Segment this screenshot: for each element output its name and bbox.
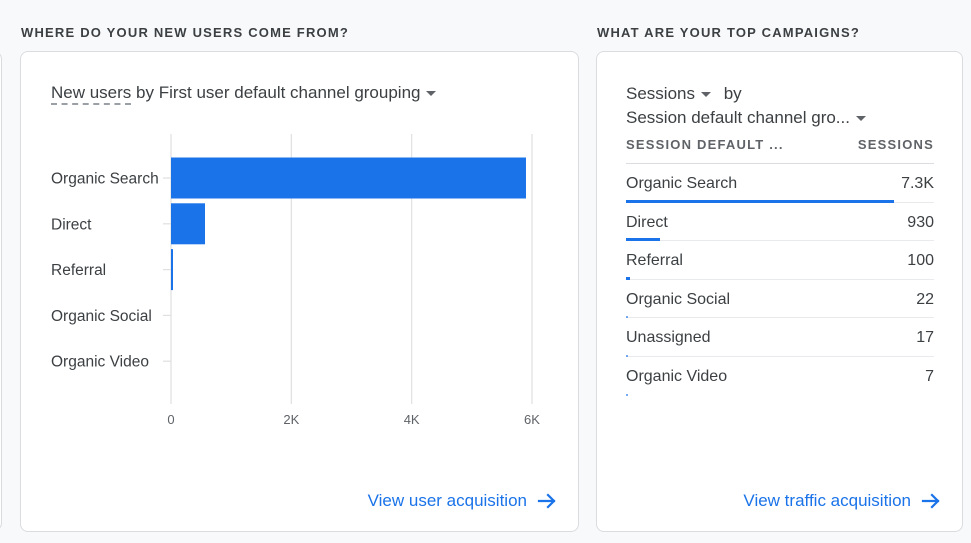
row-label: Organic Video [626, 367, 728, 385]
x-tick-label: 4K [404, 412, 420, 427]
x-tick-label: 6K [524, 412, 540, 427]
view-user-acquisition-label: View user acquisition [367, 491, 527, 510]
x-tick-label: 2K [283, 412, 299, 427]
category-label: Direct [51, 216, 92, 233]
table-row[interactable]: Direct 930 [626, 203, 934, 241]
dimension-dropdown-icon[interactable] [855, 116, 866, 122]
row-label: Direct [626, 213, 668, 231]
campaigns-section-title: WHAT ARE YOUR TOP CAMPAIGNS? [597, 25, 861, 40]
view-traffic-acquisition-label: View traffic acquisition [743, 491, 911, 510]
bar [171, 249, 173, 291]
by-text: by [723, 84, 742, 103]
dimension-text: by First user default channel grouping [131, 83, 421, 102]
previous-card-edge [0, 51, 2, 531]
view-user-acquisition-link[interactable]: View user acquisition [368, 491, 557, 511]
metric-selector[interactable]: New users [51, 83, 132, 105]
view-traffic-acquisition-link[interactable]: View traffic acquisition [743, 491, 941, 511]
row-value: 7.3K [901, 175, 934, 192]
category-label: Referral [51, 262, 106, 279]
row-label: Organic Social [626, 290, 731, 308]
table-row[interactable]: Organic Video 7 [626, 357, 934, 396]
arrow-right-icon [537, 493, 556, 509]
table-row[interactable]: Referral 100 [626, 241, 934, 280]
arrow-right-icon [921, 493, 940, 509]
bar [171, 203, 205, 245]
table-row[interactable]: Unassigned 17 [626, 318, 934, 357]
row-label: Referral [626, 252, 683, 269]
metric-selector[interactable]: Sessions [626, 84, 695, 103]
row-value: 17 [916, 329, 934, 346]
table-row[interactable]: Organic Search 7.3K [626, 164, 934, 203]
table-header: SESSION DEFAULT ... SESSIONS [626, 137, 934, 164]
category-label: Organic Search [51, 171, 159, 188]
row-share-bar [626, 394, 628, 396]
chart-title: New users by First user default channel … [51, 83, 437, 105]
row-value: 100 [907, 252, 934, 269]
users-section-title: WHERE DO YOUR NEW USERS COME FROM? [21, 25, 350, 40]
bar [171, 157, 526, 199]
sessions-heading: Sessions by Session default channel gro.… [626, 82, 866, 130]
category-label: Organic Video [51, 354, 149, 371]
new-users-card: 0 2K 4K 6K Organic Search Direct Referral Organ… [20, 51, 579, 532]
column-header-sessions[interactable]: SESSIONS [858, 137, 934, 163]
x-tick-label: 0 [167, 412, 174, 427]
top-campaigns-card: Sessions by Session default channel gro.… [596, 51, 963, 532]
row-value: 22 [916, 290, 934, 308]
table-row[interactable]: Organic Social 22 [626, 280, 934, 318]
sessions-table: SESSION DEFAULT ... SESSIONS Organic Sea… [626, 137, 934, 396]
dimension-dropdown-icon[interactable] [426, 91, 437, 97]
column-header-dimension[interactable]: SESSION DEFAULT ... [626, 137, 784, 163]
dimension-selector[interactable]: Session default channel gro... [626, 108, 850, 127]
metric-dropdown-icon[interactable] [700, 92, 711, 98]
row-value: 7 [925, 367, 934, 385]
row-label: Organic Search [626, 175, 738, 192]
row-label: Unassigned [626, 329, 711, 346]
table-body: Organic Search 7.3K Direct 930 Referral 100 Or… [626, 164, 934, 396]
new-users-bar-chart: 0 2K 4K 6K Organic Search Direct Referral Organ… [51, 134, 540, 427]
category-label: Organic Social [51, 308, 152, 325]
row-value: 930 [907, 213, 934, 231]
